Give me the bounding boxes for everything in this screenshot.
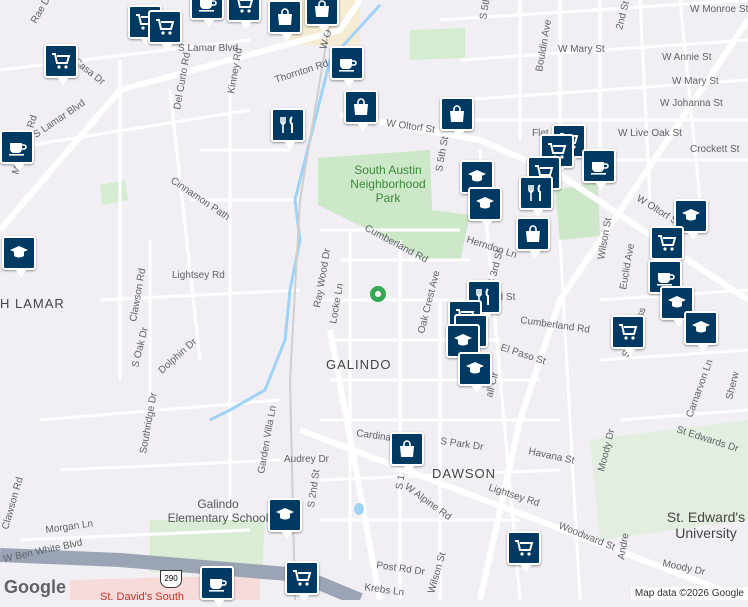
shopping-cart-marker[interactable] [285, 561, 319, 602]
shopping-cart-icon [515, 540, 534, 556]
school-marker[interactable] [268, 498, 302, 539]
coffee-icon [9, 143, 27, 156]
coffee-marker[interactable] [200, 566, 234, 607]
shopping-cart-icon [237, 0, 254, 13]
restaurant-marker[interactable] [519, 176, 553, 217]
school-marker[interactable] [684, 311, 718, 352]
street-label: W Annie St [662, 52, 712, 63]
hospital-label: St. David's South [100, 591, 184, 600]
shopping-cart-icon [52, 53, 71, 69]
shopping-cart-marker[interactable] [650, 226, 684, 267]
shopping-cart-icon [619, 324, 638, 340]
shopping-bag-marker[interactable] [440, 97, 474, 138]
school-marker[interactable] [468, 187, 502, 228]
shopping-cart-marker[interactable] [44, 44, 78, 85]
school-marker[interactable] [2, 236, 36, 277]
coffee-marker[interactable] [190, 0, 224, 27]
shopping-bag-marker[interactable] [344, 90, 378, 131]
school-icon [468, 170, 486, 182]
shopping-cart-icon [658, 235, 677, 251]
school-icon [10, 246, 28, 258]
coffee-icon [339, 59, 357, 72]
highway-shield-icon: 290 [160, 570, 182, 588]
shopping-cart-marker[interactable] [227, 0, 261, 29]
school-icon [454, 334, 472, 346]
neighborhood-label: H LAMAR [0, 296, 65, 311]
coffee-icon [199, 0, 217, 12]
school-icon [692, 321, 710, 333]
flower-icon-center [375, 291, 381, 297]
restaurant-marker[interactable] [271, 108, 305, 149]
neighborhood-label: DAWSON [432, 466, 496, 481]
shopping-bag-icon [354, 98, 368, 115]
shopping-bag-marker[interactable] [305, 0, 339, 33]
shopping-bag-icon [315, 0, 329, 17]
coffee-marker[interactable] [582, 149, 616, 190]
shopping-bag-icon [278, 8, 292, 25]
park-area [555, 182, 600, 240]
shopping-cart-marker[interactable] [611, 315, 645, 356]
street-label: S Lamar Blvd [178, 43, 238, 54]
school-icon [466, 362, 484, 374]
shopping-bag-marker[interactable] [390, 432, 424, 473]
shopping-cart-marker[interactable] [507, 531, 541, 572]
coffee-icon [591, 162, 609, 175]
street-label: Crockett St [690, 144, 740, 155]
shopping-bag-marker[interactable] [268, 0, 302, 41]
shopping-bag-icon [450, 105, 464, 122]
shopping-bag-icon [400, 440, 414, 457]
neighborhood-label: GALINDO [326, 357, 392, 372]
street-label: W Johanna St [660, 98, 723, 109]
shopping-cart-icon [293, 570, 312, 586]
coffee-marker[interactable] [0, 130, 34, 171]
pond [354, 503, 364, 515]
school-icon [668, 296, 686, 308]
restaurant-icon [528, 184, 541, 201]
shopping-cart-marker[interactable] [148, 10, 182, 51]
shopping-bag-marker[interactable] [516, 217, 550, 258]
coffee-icon [209, 579, 227, 592]
street-label: Lightsey Rd [172, 270, 225, 281]
coffee-icon [657, 273, 675, 286]
university-label: St. Edward's University [667, 509, 745, 541]
street-label: W Mary St [558, 44, 605, 55]
street-label: W Mary St [672, 76, 719, 87]
school-icon [682, 209, 700, 221]
park-area [410, 28, 465, 60]
school-icon [476, 197, 494, 209]
school-icon [276, 508, 294, 520]
street-label: W Live Oak St [618, 128, 682, 139]
street-label: W Monroe St [690, 4, 748, 15]
google-logo[interactable]: Google [4, 577, 66, 598]
map-credit[interactable]: Map data ©2026 Google [630, 587, 748, 600]
coffee-marker[interactable] [330, 46, 364, 87]
shopping-cart-icon [156, 19, 175, 35]
restaurant-icon [280, 116, 293, 133]
shopping-bag-icon [526, 225, 540, 242]
street-label: Audrey Dr [284, 454, 330, 465]
school-marker[interactable] [458, 352, 492, 393]
